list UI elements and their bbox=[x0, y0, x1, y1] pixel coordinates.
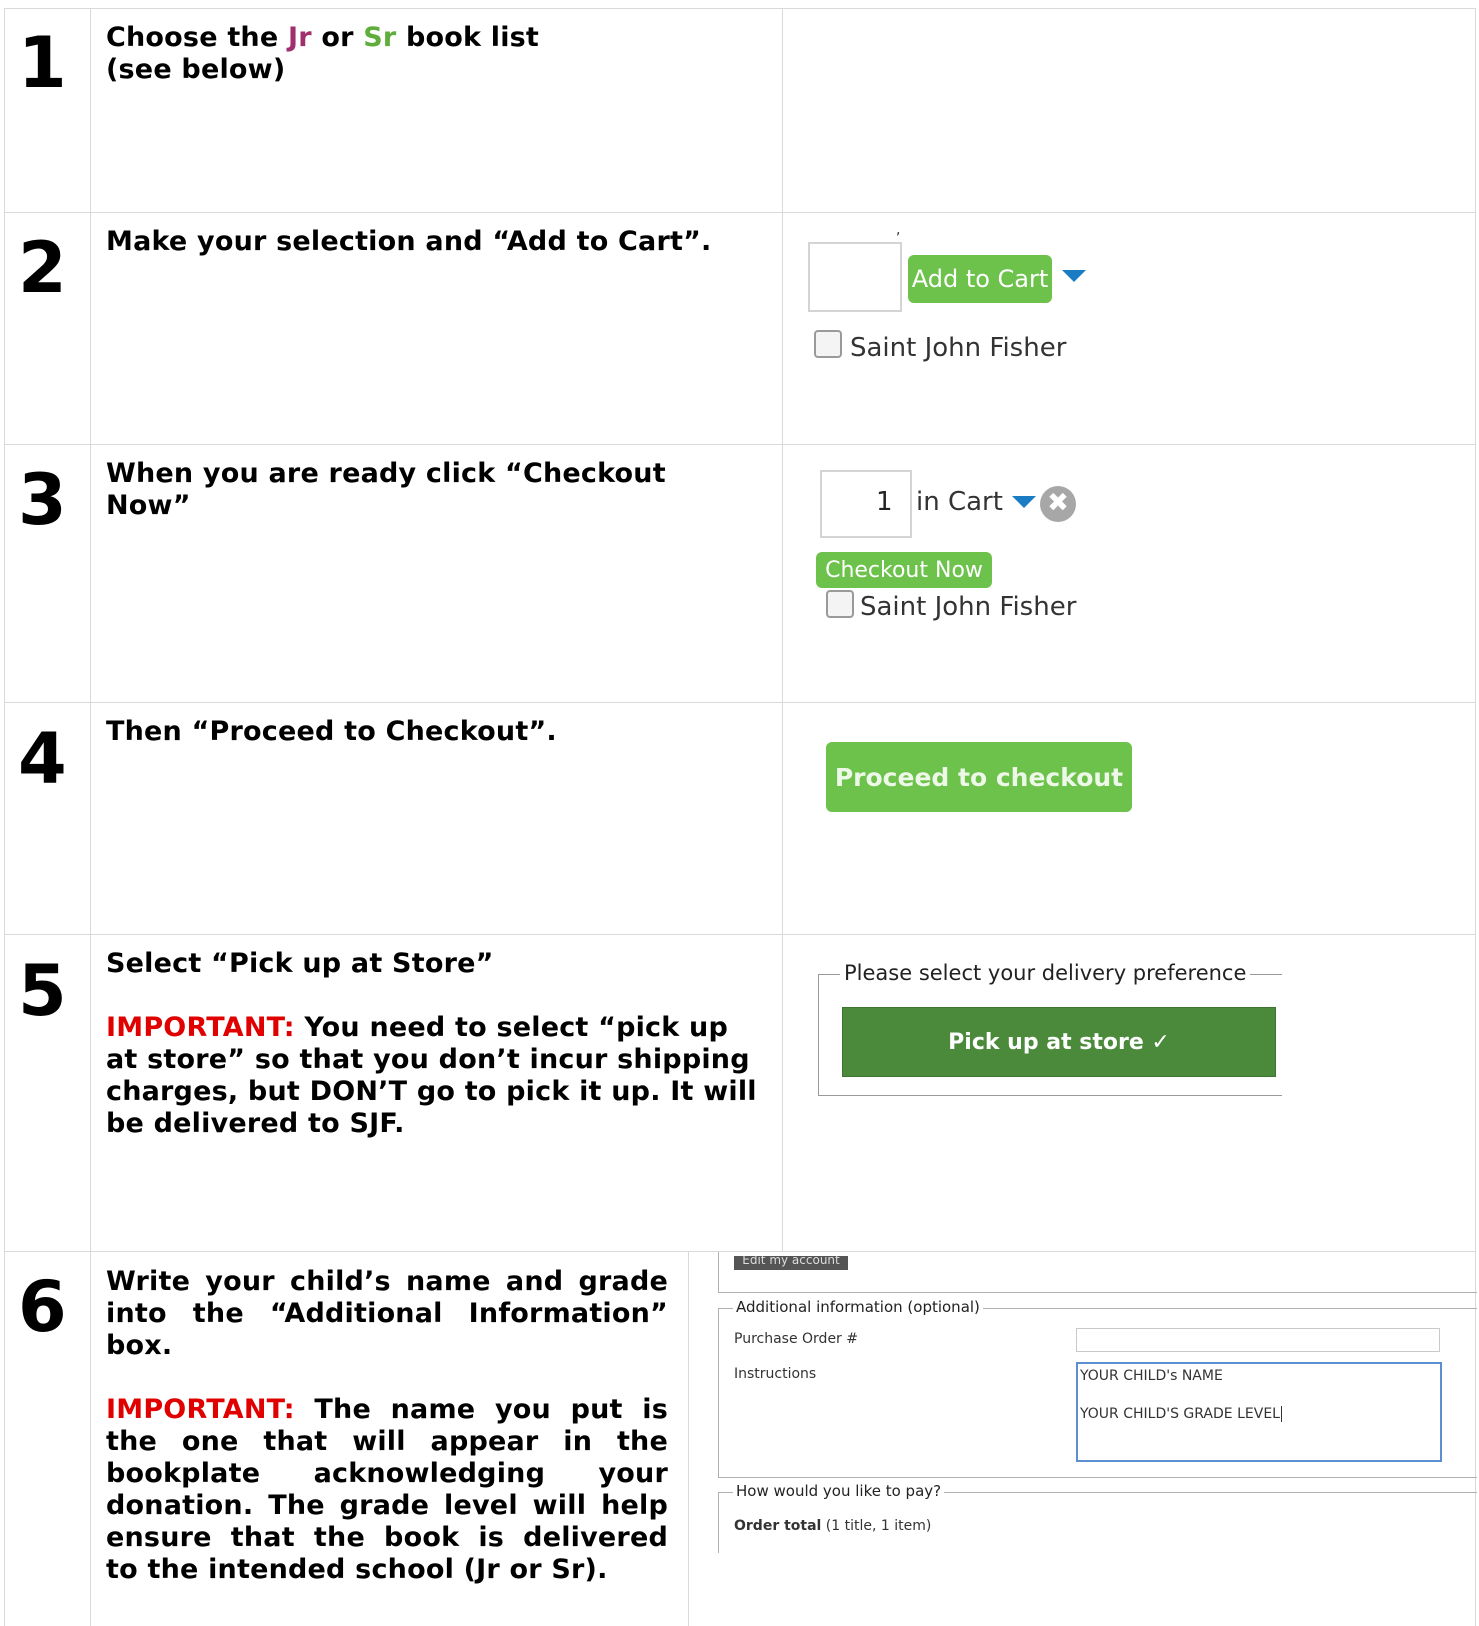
textarea-line: YOUR CHILD's NAME bbox=[1080, 1368, 1223, 1384]
instr-text: at store” so that you don’t incur shippi… bbox=[106, 1044, 750, 1075]
instr-text: be delivered to SJF. bbox=[106, 1108, 405, 1139]
step-number: 1 bbox=[18, 22, 67, 104]
instr-text: Now” bbox=[106, 490, 191, 521]
in-cart-label: in Cart bbox=[916, 487, 1003, 517]
instr-text: into the “Additional Information” bbox=[106, 1298, 668, 1329]
instr-text: box. bbox=[106, 1330, 173, 1361]
col-border bbox=[4, 8, 5, 1626]
dropdown-arrow-icon[interactable] bbox=[1012, 496, 1036, 508]
row-border bbox=[4, 444, 1476, 445]
instr-text: bookplate acknowledging your bbox=[106, 1458, 668, 1489]
purchase-order-label: Purchase Order # bbox=[734, 1331, 858, 1347]
instr-text: The name you put is bbox=[294, 1394, 668, 1425]
remove-icon[interactable]: ✖ bbox=[1040, 486, 1076, 522]
instr-text: Write your child’s name and grade bbox=[106, 1266, 668, 1297]
row-border bbox=[4, 212, 1476, 213]
add-to-cart-button[interactable]: Add to Cart bbox=[908, 255, 1052, 303]
instr-text: book list bbox=[396, 22, 540, 53]
instr-text: charges, but DON’T go to pick it up. It … bbox=[106, 1076, 757, 1107]
instr-text: Select “Pick up at Store” bbox=[106, 948, 494, 979]
step-number: 4 bbox=[18, 718, 67, 800]
proceed-to-checkout-button[interactable]: Proceed to checkout bbox=[826, 742, 1132, 812]
row-border bbox=[4, 934, 1476, 935]
textarea-line: YOUR CHILD'S GRADE LEVEL bbox=[1080, 1406, 1282, 1422]
instr-text: Choose the bbox=[106, 22, 288, 53]
order-total-detail: (1 title, 1 item) bbox=[821, 1518, 932, 1534]
step-number: 6 bbox=[18, 1266, 67, 1348]
checkbox-label: Saint John Fisher bbox=[850, 333, 1067, 363]
instr-text: the one that will appear in the bbox=[106, 1426, 668, 1457]
order-total-label: Order total bbox=[734, 1518, 822, 1534]
instr-text: You need to select “pick up bbox=[294, 1012, 728, 1043]
step-3-instruction: When you are ready click “Checkout Now” bbox=[106, 458, 666, 522]
dropdown-arrow-icon[interactable] bbox=[1062, 270, 1086, 282]
row-border bbox=[4, 702, 1476, 703]
col-border bbox=[782, 8, 783, 1251]
col-border bbox=[90, 8, 91, 1626]
instr-text: or bbox=[311, 22, 364, 53]
col-border bbox=[688, 1251, 689, 1626]
instructions-label: Instructions bbox=[734, 1366, 817, 1382]
instr-text: When you are ready click “Checkout bbox=[106, 458, 666, 489]
purchase-order-input[interactable] bbox=[1076, 1328, 1440, 1352]
saint-john-fisher-checkbox[interactable] bbox=[826, 590, 854, 618]
step-number: 2 bbox=[18, 227, 67, 309]
saint-john-fisher-checkbox[interactable] bbox=[814, 330, 842, 358]
delivery-preference-legend: Please select your delivery preference bbox=[840, 961, 1251, 985]
quantity-input[interactable] bbox=[820, 470, 912, 538]
quantity-input[interactable] bbox=[808, 242, 902, 312]
pick-up-at-store-button[interactable]: Pick up at store ✓ bbox=[842, 1007, 1276, 1077]
important-label: IMPORTANT: bbox=[106, 1012, 295, 1043]
instructions-textarea[interactable]: YOUR CHILD's NAME YOUR CHILD'S GRADE LEV… bbox=[1076, 1362, 1442, 1462]
checkout-now-button[interactable]: Checkout Now bbox=[816, 552, 992, 588]
important-label: IMPORTANT: bbox=[106, 1394, 295, 1425]
step-4-instruction: Then “Proceed to Checkout”. bbox=[106, 716, 557, 747]
step-2-instruction: Make your selection and “Add to Cart”. bbox=[106, 226, 712, 257]
jr-label: Jr bbox=[287, 22, 312, 53]
sr-label: Sr bbox=[363, 22, 397, 53]
step-number: 3 bbox=[18, 459, 67, 541]
step-6-instruction: Write your child’s name and grade into t… bbox=[106, 1266, 668, 1586]
quantity-value: 1 bbox=[876, 487, 893, 517]
row-border bbox=[4, 8, 1476, 9]
instr-text: to the intended school (Jr or Sr). bbox=[106, 1554, 608, 1585]
step-1-instruction: Choose the Jr or Sr book list (see below… bbox=[106, 22, 539, 86]
step-5-instruction: Select “Pick up at Store” IMPORTANT: You… bbox=[106, 948, 757, 1140]
instr-text: ensure that the book is delivered bbox=[106, 1522, 668, 1553]
additional-info-legend: Additional information (optional) bbox=[733, 1298, 983, 1316]
checkbox-label: Saint John Fisher bbox=[860, 592, 1077, 622]
order-total: Order total (1 title, 1 item) bbox=[734, 1518, 931, 1534]
tick-mark: , bbox=[896, 222, 901, 238]
account-section-border bbox=[718, 1252, 1477, 1293]
step-number: 5 bbox=[18, 950, 67, 1032]
instr-text: donation. The grade level will help bbox=[106, 1490, 668, 1521]
payment-legend: How would you like to pay? bbox=[733, 1482, 945, 1500]
instr-text: (see below) bbox=[106, 54, 286, 85]
